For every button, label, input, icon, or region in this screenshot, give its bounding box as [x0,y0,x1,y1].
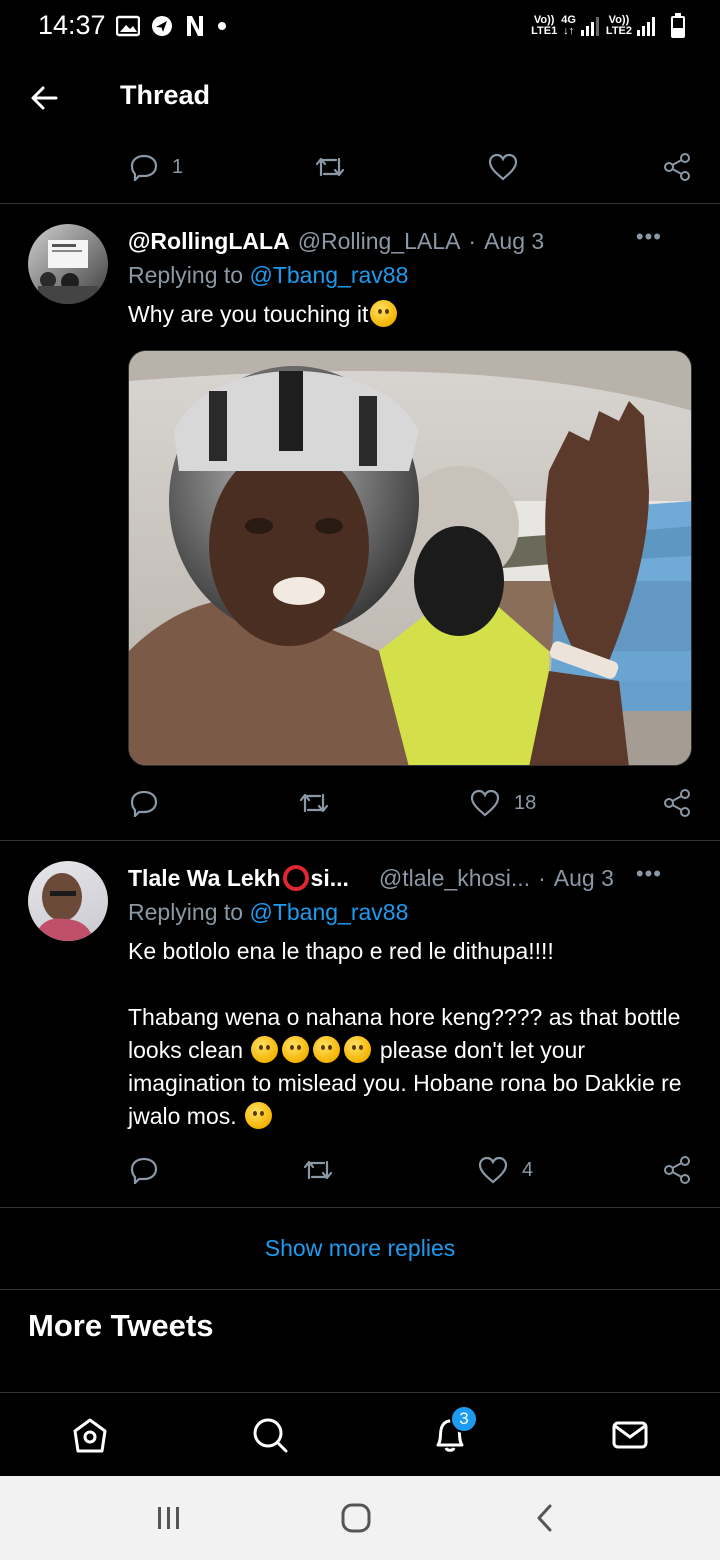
display-name[interactable]: @RollingLALA [128,228,290,255]
like-button[interactable]: 18 [470,778,536,828]
handle: @Rolling_LALA [297,227,461,254]
tweet-text: Why are you touching it [128,298,692,331]
mention-link[interactable]: @Tbang_rav88 [249,899,408,925]
more-options-button[interactable]: ••• [636,861,662,887]
heart-icon [478,1156,508,1184]
like-button[interactable] [488,142,518,192]
divider [0,1289,720,1290]
tweet-date: Aug 3 [484,227,545,254]
reply-icon [130,154,158,181]
like-button[interactable]: 4 [478,1145,533,1195]
location-icon [152,16,172,36]
like-count: 18 [514,791,537,814]
retweet-icon [299,793,329,813]
status-bar: 14:37 Vo)) LTE1 4G ↓↑ Vo)) LTE2 [0,0,720,52]
tweet-actions: 4 [0,1145,720,1195]
share-icon [664,789,690,817]
sim1-label: Vo)) LTE1 [531,14,558,37]
back-button[interactable] [22,78,66,118]
more-options-button[interactable]: ••• [636,224,662,250]
replying-to: Replying to @Tbang_rav88 [128,899,409,925]
tweet-header: Tlale Wa Lekh si... @tlale_khosi... · Aug… [128,861,692,895]
share-button[interactable] [662,1145,692,1195]
battery-icon [671,13,685,38]
more-tweets-heading: More Tweets [28,1308,214,1343]
image-icon [116,15,140,37]
messages-icon [612,1421,648,1449]
previous-tweet-actions: 1 [0,142,720,192]
share-icon [664,1156,690,1184]
search-icon [253,1418,288,1453]
status-time: 14:37 [38,10,106,40]
home-button[interactable] [338,1502,374,1534]
recents-button[interactable] [152,1502,186,1534]
netflix-icon [187,16,203,36]
retweet-button[interactable] [314,142,346,192]
sim2-label: Vo)) LTE2 [605,14,632,37]
dot-icon [218,22,226,30]
mention-link[interactable]: @Tbang_rav88 [249,262,408,288]
retweet-button[interactable] [298,778,330,828]
share-button[interactable] [662,142,692,192]
retweet-button[interactable] [302,1145,334,1195]
retweet-icon [303,1160,333,1180]
back-chevron-icon [537,1504,552,1532]
thinking-face-emoji [370,300,398,327]
heart-icon [488,153,518,181]
thread-header: Thread [0,52,720,142]
arrow-left-icon [31,86,58,110]
reply-button[interactable]: 1 [130,142,183,192]
nav-search[interactable] [248,1413,292,1457]
bottom-nav: 3 [0,1392,720,1476]
thinking-face-emoji [313,1036,341,1063]
status-left-icons [116,14,228,38]
tweet-paragraph: Ke botlolo ena le thapo e red le dithupa… [128,938,554,964]
tweet-text: Ke botlolo ena le thapo e red le dithupa… [128,935,692,1133]
red-circle-emoji [282,865,309,891]
status-right-icons: Vo)) LTE1 4G ↓↑ Vo)) LTE2 [531,12,686,40]
thinking-face-emoji [251,1036,279,1063]
avatar[interactable] [28,224,108,304]
replying-to: Replying to @Tbang_rav88 [128,262,409,288]
tweet-actions: 18 [0,778,720,828]
reply-icon [130,790,158,817]
like-count: 4 [522,1158,534,1181]
notification-badge: 3 [450,1405,478,1433]
thinking-face-emoji [344,1036,372,1063]
tweet-date: Aug 3 [553,864,614,891]
heart-icon [470,789,500,817]
avatar[interactable] [28,861,108,941]
home-circle-icon [341,1503,371,1533]
reply-button[interactable] [130,778,172,828]
thinking-face-emoji [282,1036,310,1063]
page-title: Thread [120,80,211,110]
tweet-header: @RollingLALA @Rolling_LALA · Aug 3 ••• [128,224,692,258]
share-icon [664,153,690,181]
separator-dot: · [468,227,477,254]
video-thumbnail [129,351,691,765]
tweet[interactable]: Tlale Wa Lekh si... @tlale_khosi... · Aug… [0,841,720,1207]
tweet[interactable]: @RollingLALA @Rolling_LALA · Aug 3 ••• R… [0,204,720,840]
retweet-icon [315,157,345,177]
home-icon [73,1418,107,1453]
signal-icon [637,17,655,36]
tweet-media[interactable] [128,350,692,766]
nav-messages[interactable] [608,1413,652,1457]
share-button[interactable] [662,778,692,828]
nav-home[interactable] [68,1413,112,1457]
reply-button[interactable] [130,1145,172,1195]
smirking-face-emoji [245,1102,273,1129]
network-type: 4G ↓↑ [561,14,576,37]
tweet-paragraph: Thabang wena o nahana hore keng???? as t… [128,1004,682,1129]
separator-dot: · [538,864,546,891]
system-navigation-bar [0,1476,720,1560]
reply-icon [130,1157,158,1184]
show-more-replies-link[interactable]: Show more replies [0,1208,720,1288]
reply-count: 1 [172,155,184,178]
signal-icon [580,17,599,36]
back-system-button[interactable] [530,1502,560,1534]
recents-icon [158,1507,179,1529]
handle: @tlale_khosi... [378,864,531,891]
display-name[interactable]: Tlale Wa Lekh si... [128,864,349,892]
